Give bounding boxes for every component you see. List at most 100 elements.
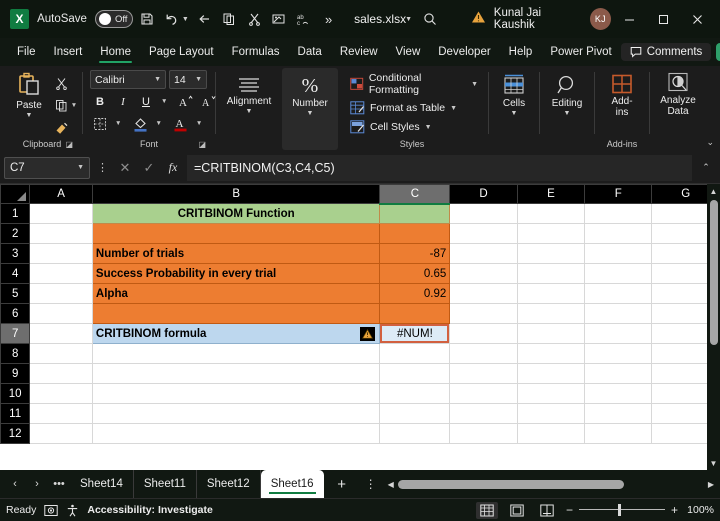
cell-c8[interactable]: [380, 344, 450, 364]
formula-input[interactable]: =CRITBINOM(C3,C4,C5): [187, 155, 692, 181]
cell-d5[interactable]: [450, 284, 517, 304]
row-header-1[interactable]: 1: [1, 204, 30, 224]
cell-d3[interactable]: [450, 244, 517, 264]
cell-c5[interactable]: 0.92: [380, 284, 450, 304]
cell-b12[interactable]: [92, 424, 380, 444]
cell-a2[interactable]: [30, 224, 93, 244]
row-header-6[interactable]: 6: [1, 304, 30, 324]
tab-view[interactable]: View: [387, 43, 430, 61]
cell-styles-chevron-down-icon[interactable]: ▼: [425, 124, 432, 131]
tab-help[interactable]: Help: [500, 43, 542, 61]
undo-dropdown-chevron-icon[interactable]: ▼: [182, 16, 189, 23]
vertical-scrollbar[interactable]: ▲ ▼: [707, 184, 720, 470]
cell-a6[interactable]: [30, 304, 93, 324]
save-icon[interactable]: [135, 7, 158, 31]
cell-f10[interactable]: [585, 384, 652, 404]
tab-review[interactable]: Review: [331, 43, 387, 61]
cell-styles-button[interactable]: Cell Styles ▼: [347, 119, 435, 135]
cell-e2[interactable]: [517, 224, 584, 244]
name-box-chevron-down-icon[interactable]: ▼: [77, 164, 84, 171]
cell-a4[interactable]: [30, 264, 93, 284]
row-header-10[interactable]: 10: [1, 384, 30, 404]
search-icon[interactable]: [418, 7, 443, 31]
record-macro-icon[interactable]: [44, 504, 58, 517]
cell-f2[interactable]: [585, 224, 652, 244]
cell-c10[interactable]: [380, 384, 450, 404]
undo-icon[interactable]: [160, 7, 183, 31]
comments-button[interactable]: Comments: [621, 43, 712, 61]
cell-a5[interactable]: [30, 284, 93, 304]
fill-color-button[interactable]: [130, 114, 150, 133]
column-header-d[interactable]: D: [450, 185, 517, 204]
next-sheet-chevron-right-icon[interactable]: ›: [26, 470, 48, 498]
clipboard-dialog-launcher-icon[interactable]: ◪: [65, 140, 73, 149]
cell-d7[interactable]: [450, 324, 517, 344]
horizontal-scrollbar-track[interactable]: [398, 480, 704, 489]
previous-sheet-chevron-left-icon[interactable]: ‹: [4, 470, 26, 498]
minimize-icon[interactable]: [613, 4, 645, 34]
formula-bar-options-icon[interactable]: ⋮: [94, 161, 111, 174]
cell-c2[interactable]: [380, 224, 450, 244]
ribbon-collapse-chevron-down-icon[interactable]: ⌄: [706, 137, 714, 148]
cell-c7[interactable]: #NUM!: [380, 324, 450, 344]
tab-file[interactable]: File: [8, 43, 45, 61]
cell-b2[interactable]: [92, 224, 380, 244]
formula-bar-expand-chevron-icon[interactable]: ⌃: [696, 162, 716, 173]
font-family-combo[interactable]: Calibri ▼: [90, 70, 166, 89]
tab-power-pivot[interactable]: Power Pivot: [541, 43, 620, 61]
cell-f12[interactable]: [585, 424, 652, 444]
conditional-formatting-chevron-down-icon[interactable]: ▼: [471, 81, 478, 88]
editing-chevron-down-icon[interactable]: ▼: [564, 110, 571, 117]
sheet-tab-sheet12[interactable]: Sheet12: [197, 470, 261, 498]
cell-a11[interactable]: [30, 404, 93, 424]
column-header-c[interactable]: C: [380, 185, 450, 204]
italic-button[interactable]: I: [113, 92, 133, 111]
cell-b11[interactable]: [92, 404, 380, 424]
tab-page-layout[interactable]: Page Layout: [140, 43, 223, 61]
zoom-slider[interactable]: [579, 504, 665, 516]
font-color-chevron-down-icon[interactable]: ▼: [194, 120, 204, 127]
tab-data[interactable]: Data: [289, 43, 331, 61]
cell-c9[interactable]: [380, 364, 450, 384]
cell-e9[interactable]: [517, 364, 584, 384]
zoom-out-button[interactable]: −: [566, 503, 573, 517]
zoom-in-button[interactable]: +: [671, 503, 678, 517]
font-size-combo[interactable]: 14 ▼: [169, 70, 207, 89]
row-header-9[interactable]: 9: [1, 364, 30, 384]
number-chevron-down-icon[interactable]: ▼: [307, 110, 314, 117]
tab-insert[interactable]: Insert: [45, 43, 92, 61]
tab-developer[interactable]: Developer: [429, 43, 499, 61]
cell-c4[interactable]: 0.65: [380, 264, 450, 284]
cell-f8[interactable]: [585, 344, 652, 364]
cell-b4[interactable]: Success Probability in every trial: [92, 264, 380, 284]
page-layout-view-icon[interactable]: [506, 502, 528, 519]
cut-icon[interactable]: [243, 7, 266, 31]
cell-a10[interactable]: [30, 384, 93, 404]
cell-f5[interactable]: [585, 284, 652, 304]
cut-button[interactable]: [49, 73, 73, 93]
cell-f7[interactable]: [585, 324, 652, 344]
redo-icon[interactable]: [193, 7, 216, 31]
sheet-tab-sheet11[interactable]: Sheet11: [134, 470, 197, 498]
cell-c11[interactable]: [380, 404, 450, 424]
cell-b10[interactable]: [92, 384, 380, 404]
file-name[interactable]: sales.xlsx: [354, 12, 406, 26]
cell-c3[interactable]: -87: [380, 244, 450, 264]
font-size-chevron-down-icon[interactable]: ▼: [195, 76, 202, 83]
cell-d10[interactable]: [450, 384, 517, 404]
cancel-x-icon[interactable]: ✕: [115, 157, 135, 179]
borders-button[interactable]: [90, 114, 110, 133]
cell-e3[interactable]: [517, 244, 584, 264]
hscroll-right-arrow-icon[interactable]: ▶: [708, 480, 714, 489]
paste-chevron-down-icon[interactable]: ▼: [26, 112, 33, 119]
cell-e8[interactable]: [517, 344, 584, 364]
row-header-4[interactable]: 4: [1, 264, 30, 284]
column-header-b[interactable]: B: [92, 185, 380, 204]
scroll-up-arrow-icon[interactable]: ▲: [707, 184, 720, 198]
vertical-scrollbar-thumb[interactable]: [710, 200, 718, 345]
tab-formulas[interactable]: Formulas: [223, 43, 289, 61]
cell-a12[interactable]: [30, 424, 93, 444]
cell-a7[interactable]: [30, 324, 93, 344]
underline-chevron-down-icon[interactable]: ▼: [159, 98, 169, 105]
column-header-f[interactable]: F: [585, 185, 652, 204]
